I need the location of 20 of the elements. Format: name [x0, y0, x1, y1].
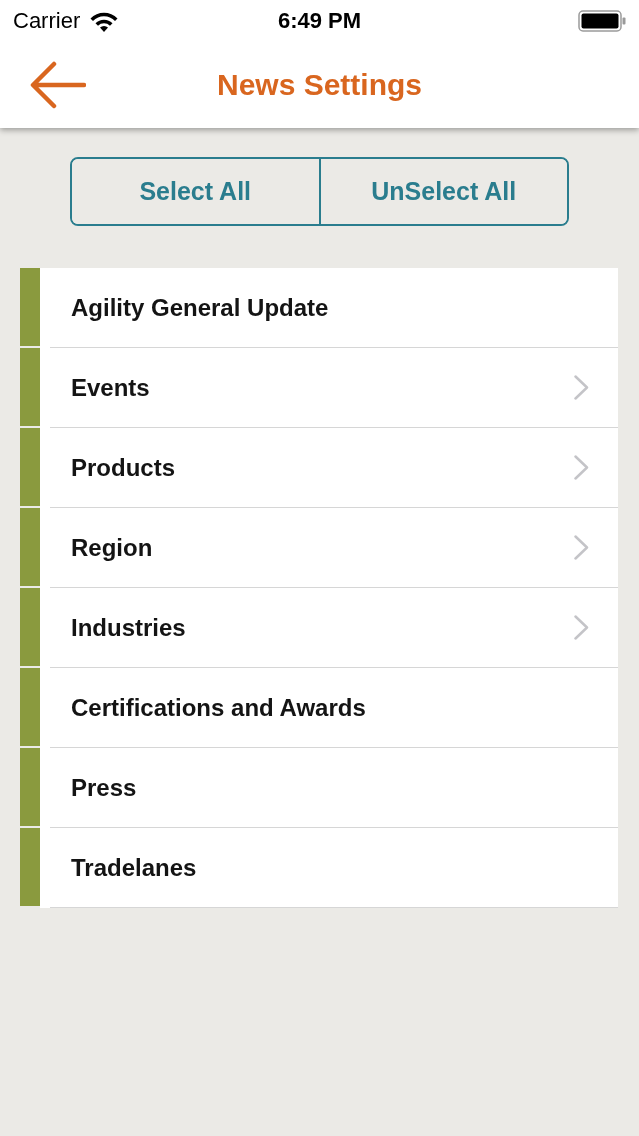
- battery-icon: [578, 10, 626, 32]
- carrier-label: Carrier: [13, 8, 81, 34]
- news-category-item[interactable]: Press: [40, 748, 618, 828]
- chevron-right-icon: [574, 375, 589, 400]
- screen-title: News Settings: [216, 67, 423, 103]
- news-category-item[interactable]: Certifications and Awards: [40, 668, 618, 748]
- back-arrow-icon: [30, 61, 86, 109]
- news-category-item[interactable]: Events: [40, 348, 618, 428]
- news-category-item[interactable]: Products: [40, 428, 618, 508]
- wifi-icon: [90, 10, 119, 32]
- chevron-right-icon: [574, 535, 589, 560]
- news-category-item[interactable]: Region: [40, 508, 618, 588]
- news-category-item[interactable]: Agility General Update: [40, 268, 618, 348]
- status-time: 6:49 PM: [277, 8, 362, 34]
- segment-button[interactable]: UnSelect All: [318, 159, 567, 224]
- chevron-right-icon: [574, 615, 589, 640]
- news-category-item[interactable]: Tradelanes: [40, 828, 618, 908]
- news-category-item[interactable]: Industries: [40, 588, 618, 668]
- chevron-right-icon: [574, 455, 589, 480]
- back-button[interactable]: [30, 61, 86, 109]
